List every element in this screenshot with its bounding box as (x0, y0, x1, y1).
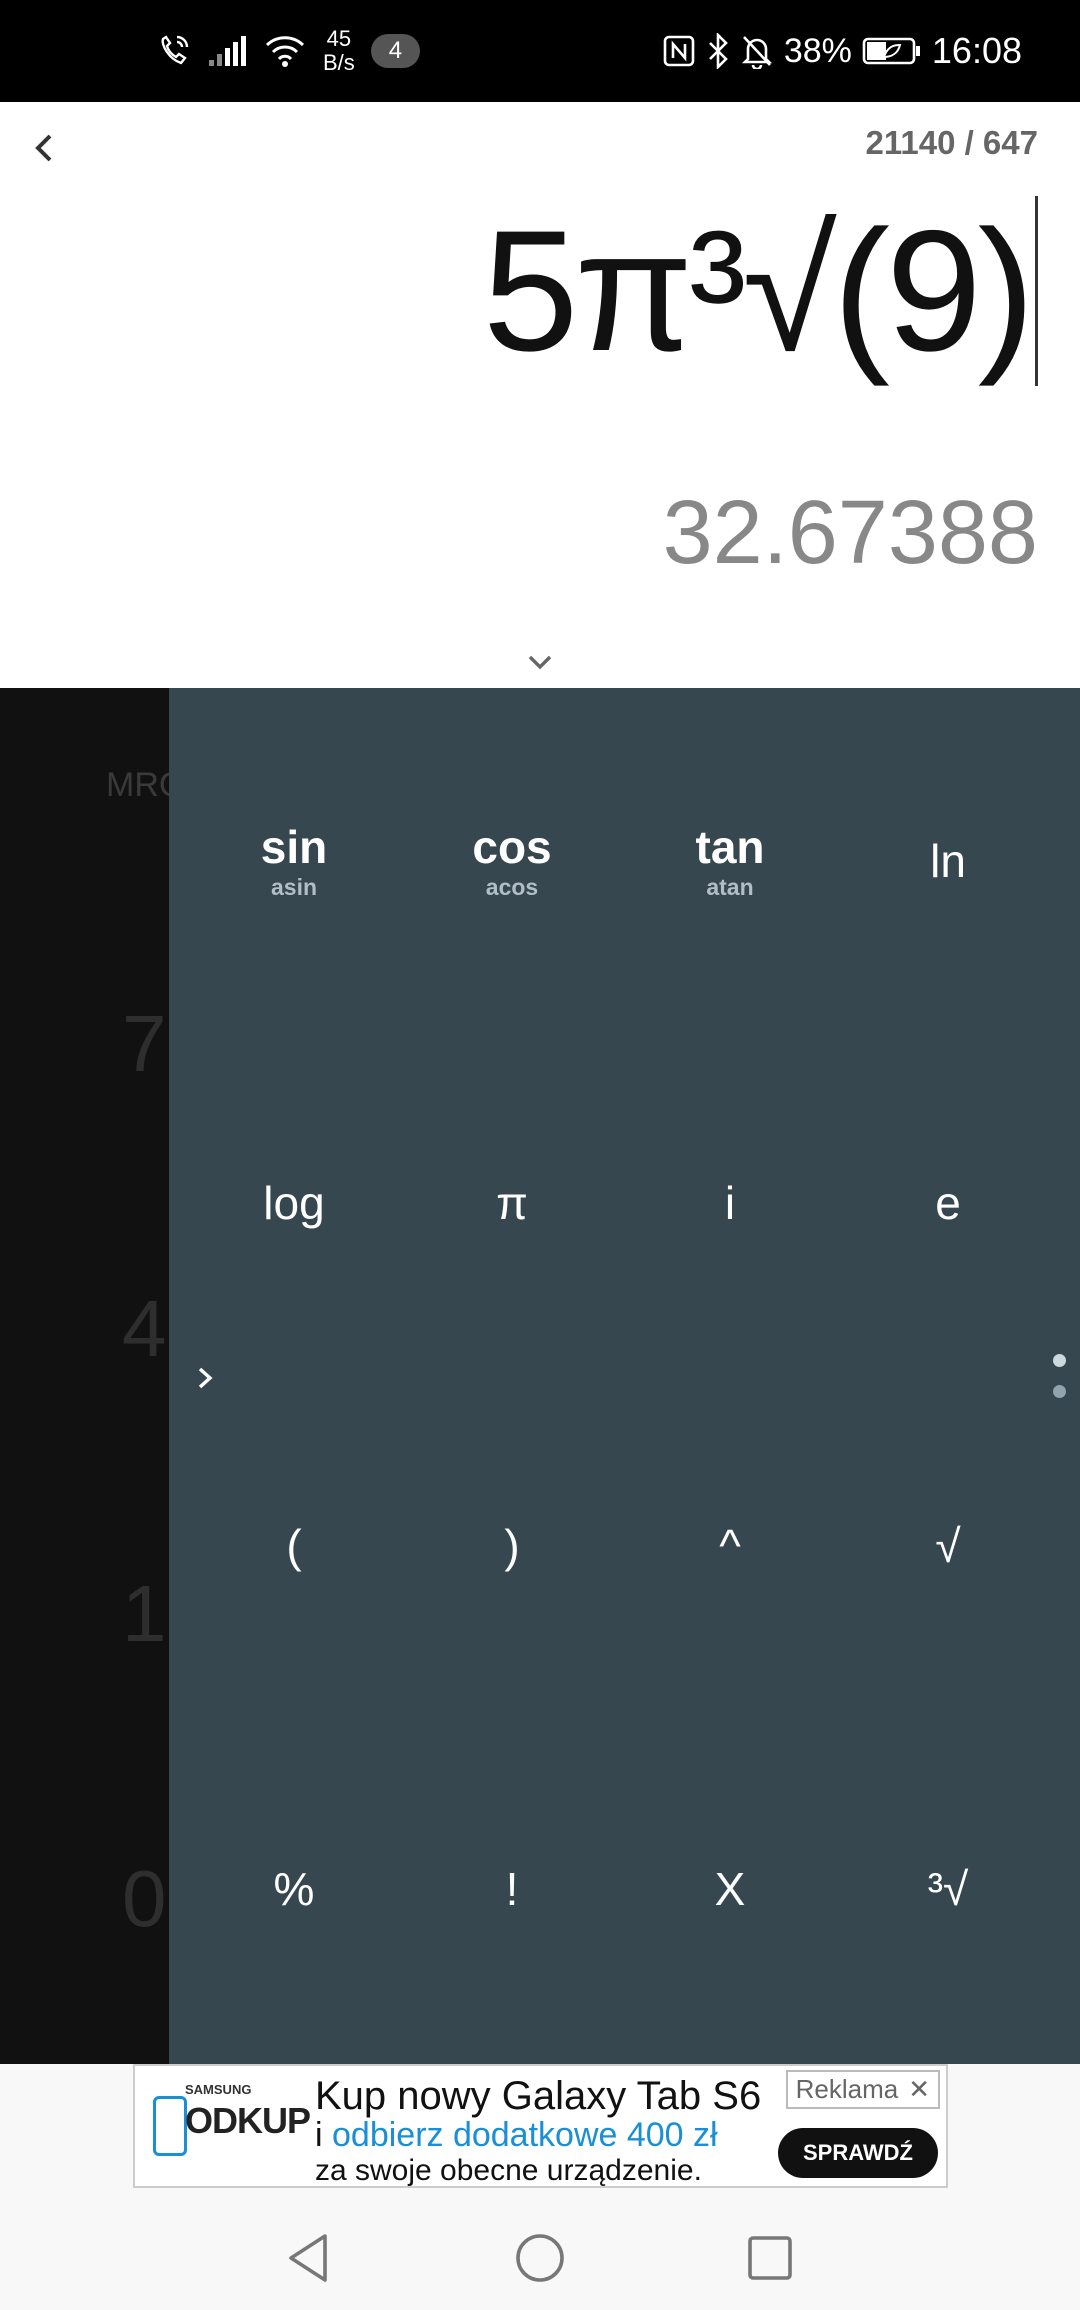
clock: 16:08 (931, 30, 1022, 71)
key-sublabel: acos (485, 873, 539, 900)
network-speed: 45 B/s (323, 27, 355, 75)
network-speed-value: 45 (326, 26, 352, 51)
status-bar: 45 B/s 4 38% 16:08 (0, 0, 1080, 102)
bluetooth-icon (706, 33, 730, 69)
nav-home-button[interactable] (512, 2230, 568, 2286)
ad-label[interactable]: Reklama ✕ (785, 2070, 940, 2109)
close-icon[interactable]: ✕ (908, 2074, 930, 2105)
ad-subline-prefix: i (315, 2116, 332, 2154)
ad-footnote: za swoje obecne urządzenie. (315, 2154, 702, 2187)
circle-home-icon (516, 2234, 564, 2282)
key-label: cos (472, 820, 552, 873)
ad-subline-highlight: odbierz dodatkowe 400 zł (332, 2116, 718, 2154)
calculator-display: 21140 / 647 5π³√(9) 32.67388 (0, 102, 1080, 688)
network-speed-unit: B/s (323, 50, 355, 75)
history-counter: 21140 / 647 (865, 124, 1038, 161)
ad-headline: Kup nowy Galaxy Tab S6 (315, 2074, 762, 2118)
expression-text: 5π³√(9) (482, 195, 1035, 387)
phone-logo-icon (153, 2096, 187, 2156)
nfc-icon (662, 34, 696, 68)
chevron-left-icon (35, 134, 52, 162)
open-paren-key[interactable]: ( (185, 1466, 403, 1626)
status-right: 38% 16:08 (662, 0, 1022, 102)
nav-back-button[interactable] (280, 2230, 336, 2286)
key-label: ³√ (927, 1863, 969, 1915)
result-preview: 32.67388 (662, 483, 1038, 583)
factorial-key[interactable]: ! (403, 1809, 621, 1969)
ad-brand-small: SAMSUNG (185, 2082, 252, 2097)
key-label: tan (695, 820, 765, 873)
notification-count-badge: 4 (370, 34, 421, 68)
key-label: ln (930, 835, 966, 887)
cube-root-key[interactable]: ³√ (839, 1809, 1057, 1969)
key-label: % (273, 1863, 315, 1915)
close-paren-key[interactable]: ) (403, 1466, 621, 1626)
key-label: log (263, 1177, 325, 1229)
collapse-display-button[interactable] (516, 642, 564, 682)
ad-banner[interactable]: SAMSUNG ODKUP Kup nowy Galaxy Tab S6 i o… (133, 2064, 948, 2188)
imaginary-key[interactable]: i (621, 1123, 839, 1283)
variable-x-key[interactable]: X (621, 1809, 839, 1969)
key-label: ( (286, 1520, 302, 1572)
ln-key[interactable]: ln (839, 781, 1057, 941)
triangle-back-icon (289, 2234, 327, 2282)
advanced-functions-panel[interactable]: sin asin cos acos tan atan ln log π i e … (169, 688, 1080, 2064)
status-left: 45 B/s 4 (155, 0, 421, 102)
sin-key[interactable]: sin asin (185, 781, 403, 941)
pi-key[interactable]: π (403, 1123, 621, 1283)
key-sublabel: atan (706, 873, 754, 900)
key-label: X (714, 1863, 746, 1915)
collapse-panel-button[interactable] (185, 1358, 225, 1398)
chevron-right-icon (198, 1367, 213, 1389)
tan-key[interactable]: tan atan (621, 781, 839, 941)
ad-label-text: Reklama (795, 2074, 899, 2104)
cos-key[interactable]: cos acos (403, 781, 621, 941)
digit-key-7[interactable]: 7 (122, 998, 167, 1090)
back-button[interactable] (18, 122, 70, 174)
key-label: π (496, 1177, 528, 1229)
ad-area: SAMSUNG ODKUP Kup nowy Galaxy Tab S6 i o… (0, 2064, 1080, 2200)
key-label: ! (505, 1863, 519, 1915)
power-key[interactable]: ^ (621, 1466, 839, 1626)
digit-key-0[interactable]: 0 (122, 1853, 167, 1945)
key-label: sin (260, 820, 328, 873)
nav-recents-button[interactable] (742, 2230, 798, 2286)
ad-logo: SAMSUNG ODKUP (149, 2076, 311, 2176)
key-label: ) (504, 1520, 520, 1572)
percent-key[interactable]: % (185, 1809, 403, 1969)
chevron-down-icon (528, 655, 552, 670)
navigation-bar (0, 2200, 1080, 2310)
key-sublabel: asin (270, 873, 318, 900)
page-dot-active (1053, 1354, 1066, 1367)
digit-key-4[interactable]: 4 (122, 1283, 167, 1375)
sqrt-key[interactable]: √ (839, 1466, 1057, 1626)
muted-bell-icon (740, 33, 774, 69)
signal-icon (207, 34, 247, 68)
page-dot (1053, 1385, 1066, 1398)
battery-charging-icon (862, 35, 922, 67)
wifi-calling-icon (155, 33, 191, 69)
euler-key[interactable]: e (839, 1123, 1057, 1283)
text-cursor (1035, 196, 1038, 386)
ad-cta-button[interactable]: SPRAWDŹ (778, 2128, 938, 2178)
key-label: ^ (719, 1520, 741, 1572)
ad-brand-big: ODKUP (185, 2100, 311, 2141)
square-recents-icon (748, 2236, 792, 2280)
key-label: i (724, 1177, 736, 1229)
wifi-icon (263, 33, 307, 69)
ad-subline: i odbierz dodatkowe 400 zł (315, 2116, 718, 2155)
page-indicator (1053, 1354, 1066, 1398)
key-label: √ (935, 1520, 961, 1572)
battery-percent: 38% (783, 31, 852, 70)
digit-key-1[interactable]: 1 (122, 1568, 167, 1660)
expression-input[interactable]: 5π³√(9) (483, 192, 1038, 390)
log-key[interactable]: log (185, 1123, 403, 1283)
key-label: e (935, 1177, 961, 1229)
